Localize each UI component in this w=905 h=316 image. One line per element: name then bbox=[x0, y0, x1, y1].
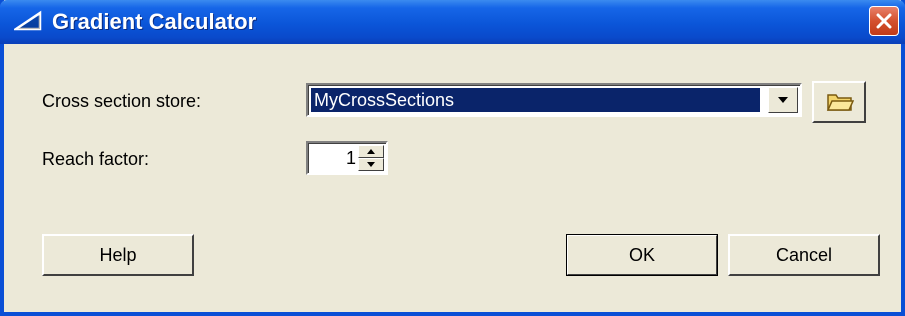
title-bar[interactable]: Gradient Calculator bbox=[0, 0, 905, 44]
cross-section-store-value[interactable]: MyCrossSections bbox=[311, 88, 760, 112]
cancel-button[interactable]: Cancel bbox=[728, 234, 880, 276]
gradient-triangle-icon bbox=[11, 10, 42, 32]
dropdown-arrow-button[interactable] bbox=[768, 87, 798, 113]
browse-folder-button[interactable] bbox=[812, 81, 866, 123]
folder-icon bbox=[826, 94, 854, 111]
gradient-calculator-dialog: Gradient Calculator Cross section store:… bbox=[0, 0, 905, 316]
chevron-up-icon bbox=[367, 149, 375, 154]
reach-factor-label: Reach factor: bbox=[42, 149, 150, 169]
chevron-down-icon bbox=[367, 162, 375, 167]
ok-button[interactable]: OK bbox=[566, 234, 718, 276]
cross-section-store-dropdown[interactable]: MyCrossSections bbox=[306, 83, 802, 117]
window-title: Gradient Calculator bbox=[52, 9, 257, 34]
cross-section-store-label: Cross section store: bbox=[42, 91, 202, 111]
spin-up-button[interactable] bbox=[358, 145, 384, 158]
close-icon bbox=[876, 13, 892, 29]
reach-factor-spinner[interactable]: 1 bbox=[306, 141, 388, 175]
close-button[interactable] bbox=[869, 6, 899, 36]
help-button[interactable]: Help bbox=[42, 234, 194, 276]
spin-down-button[interactable] bbox=[358, 158, 384, 171]
reach-factor-value[interactable]: 1 bbox=[312, 146, 356, 170]
chevron-down-icon bbox=[778, 97, 788, 103]
